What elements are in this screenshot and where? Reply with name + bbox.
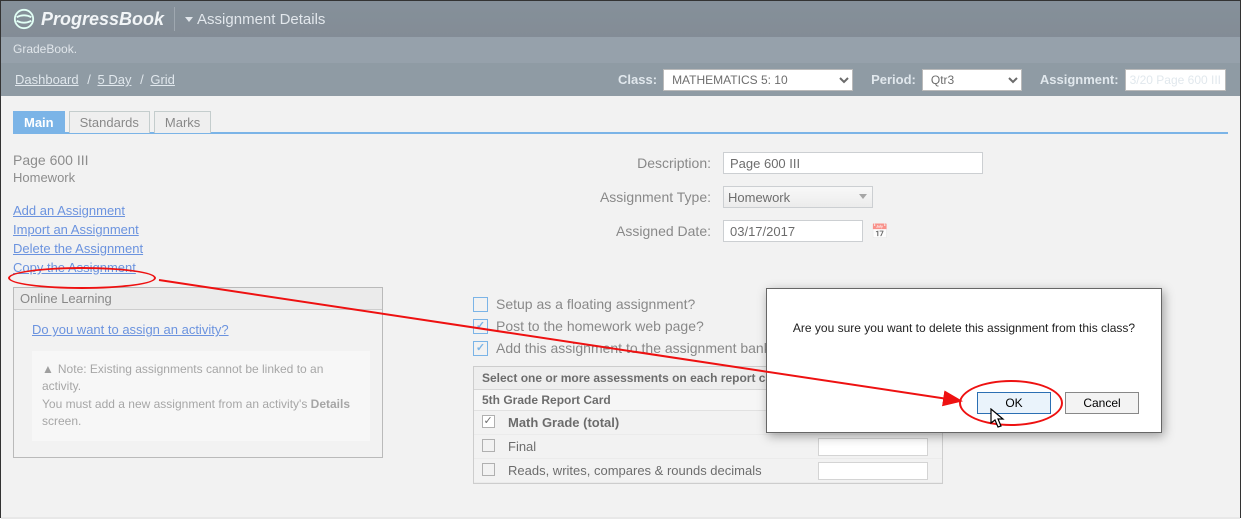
assigned-date-input[interactable] bbox=[723, 220, 863, 242]
assignment-type-form-label: Assignment Type: bbox=[473, 189, 723, 205]
progressbook-icon bbox=[13, 8, 35, 30]
chevron-down-icon bbox=[859, 194, 867, 199]
activity-note: ▲Note: Existing assignments cannot be li… bbox=[32, 351, 370, 441]
context-bar: Dashboard / 5 Day / Grid Class: MATHEMAT… bbox=[1, 63, 1240, 96]
class-select[interactable]: MATHEMATICS 5: 10 bbox=[663, 69, 853, 91]
assignment-bank-label: Add this assignment to the assignment ba… bbox=[496, 340, 779, 356]
online-learning-panel: Online Learning Do you want to assign an… bbox=[13, 287, 383, 458]
period-select[interactable]: Qtr3 bbox=[922, 69, 1022, 91]
cancel-button[interactable]: Cancel bbox=[1065, 392, 1139, 414]
calendar-icon[interactable]: 📅 bbox=[871, 223, 888, 240]
description-label: Description: bbox=[473, 155, 723, 171]
assessment-row: Reads, writes, compares & rounds decimal… bbox=[474, 459, 942, 483]
floating-assignment-label: Setup as a floating assignment? bbox=[496, 296, 695, 312]
assessment-checkbox[interactable] bbox=[482, 463, 495, 476]
ok-button[interactable]: OK bbox=[977, 392, 1051, 414]
page-title-dropdown[interactable]: Assignment Details bbox=[185, 11, 325, 28]
import-assignment-link[interactable]: Import an Assignment bbox=[13, 222, 139, 237]
breadcrumb-grid[interactable]: Grid bbox=[150, 72, 175, 87]
header-divider bbox=[174, 7, 175, 31]
assign-activity-link[interactable]: Do you want to assign an activity? bbox=[32, 322, 229, 337]
dialog-message: Are you sure you want to delete this ass… bbox=[767, 289, 1161, 335]
tabs: Main Standards Marks bbox=[13, 110, 1228, 134]
assigned-date-label: Assigned Date: bbox=[473, 223, 723, 239]
breadcrumb: Dashboard / 5 Day / Grid bbox=[15, 72, 177, 87]
assessment-name: Reads, writes, compares & rounds decimal… bbox=[502, 459, 812, 482]
brand-logo[interactable]: ProgressBook bbox=[13, 8, 164, 30]
assessment-checkbox[interactable] bbox=[482, 415, 495, 428]
breadcrumb-sep: / bbox=[87, 72, 91, 87]
add-assignment-link[interactable]: Add an Assignment bbox=[13, 203, 125, 218]
assignment-type-select[interactable]: Homework bbox=[723, 186, 873, 208]
assessments-col-reportcard: 5th Grade Report Card bbox=[474, 390, 812, 410]
assignment-name: Page 600 III bbox=[13, 152, 383, 168]
brand-text: ProgressBook bbox=[41, 9, 164, 30]
breadcrumb-sep: / bbox=[140, 72, 144, 87]
left-panel: Page 600 III Homework Add an Assignment … bbox=[13, 152, 383, 484]
assessment-checkbox[interactable] bbox=[482, 439, 495, 452]
delete-assignment-link[interactable]: Delete the Assignment bbox=[13, 241, 143, 256]
assessment-name: Final bbox=[502, 435, 812, 458]
action-links: Add an Assignment Import an Assignment D… bbox=[13, 203, 383, 275]
description-input[interactable] bbox=[723, 152, 983, 174]
breadcrumb-5day[interactable]: 5 Day bbox=[97, 72, 131, 87]
floating-assignment-checkbox[interactable] bbox=[473, 297, 488, 312]
caret-down-icon bbox=[185, 17, 193, 22]
class-label: Class: bbox=[618, 72, 657, 87]
tab-marks[interactable]: Marks bbox=[154, 111, 211, 133]
app-header: ProgressBook Assignment Details bbox=[1, 1, 1240, 37]
copy-assignment-link[interactable]: Copy the Assignment bbox=[13, 260, 136, 275]
assessment-row: Final bbox=[474, 435, 942, 459]
assignment-display[interactable]: 3/20 Page 600 III bbox=[1125, 69, 1226, 91]
tab-standards[interactable]: Standards bbox=[69, 111, 150, 133]
module-bar: GradeBook. bbox=[1, 37, 1240, 63]
page-title: Assignment Details bbox=[197, 11, 325, 28]
breadcrumb-dashboard[interactable]: Dashboard bbox=[15, 72, 79, 87]
online-learning-header: Online Learning bbox=[14, 288, 382, 310]
assessment-points-input[interactable] bbox=[818, 438, 928, 456]
post-homework-label: Post to the homework web page? bbox=[496, 318, 704, 334]
confirm-delete-dialog: Are you sure you want to delete this ass… bbox=[766, 288, 1162, 433]
assignment-type-label: Homework bbox=[13, 170, 383, 185]
assignment-bank-checkbox[interactable] bbox=[473, 341, 488, 356]
period-label: Period: bbox=[871, 72, 916, 87]
assessment-points-input[interactable] bbox=[818, 462, 928, 480]
tab-main[interactable]: Main bbox=[13, 111, 65, 133]
module-name: GradeBook. bbox=[13, 42, 77, 56]
post-homework-checkbox[interactable] bbox=[473, 319, 488, 334]
warning-icon: ▲ bbox=[42, 362, 54, 376]
assignment-label: Assignment: bbox=[1040, 72, 1119, 87]
